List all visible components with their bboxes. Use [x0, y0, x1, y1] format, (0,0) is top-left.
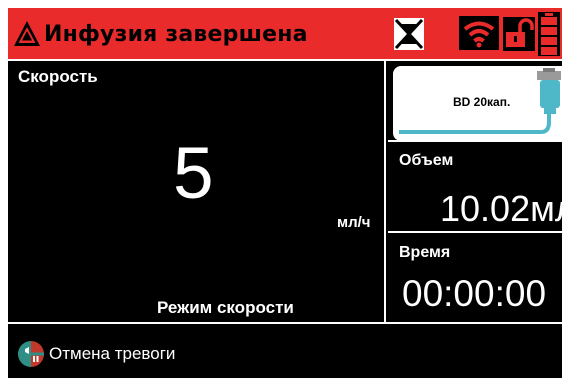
time-panel: Время 00:00:00: [388, 233, 562, 324]
syringe-icon: [399, 68, 561, 134]
wifi-icon: [459, 16, 499, 50]
footer-bar: Отмена тревоги: [8, 322, 562, 378]
mute-alarm-icon: [18, 341, 44, 367]
info-column: BD 20кап. Объем 10.02мл Время 00:00:00: [388, 61, 562, 324]
unlocked-icon: [503, 17, 535, 51]
volume-panel: Объем 10.02мл: [388, 142, 562, 233]
time-label: Время: [399, 244, 451, 261]
status-bar: Инфузия завершена: [8, 8, 562, 61]
syringe-panel[interactable]: BD 20кап.: [388, 61, 562, 142]
cancel-alarm-button[interactable]: Отмена тревоги: [17, 339, 175, 369]
speed-unit: мл/ч: [337, 214, 371, 231]
alarm-title: Инфузия завершена: [12, 15, 308, 53]
time-value: 00:00:00: [402, 273, 547, 314]
battery-icon: [538, 12, 560, 56]
volume-value: 10.02мл: [440, 188, 562, 229]
speed-value: 5: [173, 133, 214, 214]
speed-label: Скорость: [18, 67, 98, 86]
cancel-alarm-label: Отмена тревоги: [49, 344, 176, 363]
speed-panel[interactable]: Скорость 5 мл/ч Режим скорости: [8, 61, 386, 324]
syringe-card: BD 20кап.: [393, 66, 562, 141]
alarm-title-text: Инфузия завершена: [44, 21, 308, 47]
volume-label: Объем: [399, 152, 454, 169]
pump-screen: Инфузия завершена Скорость 5 мл/ч Режим …: [8, 8, 562, 378]
no-air-icon: [394, 18, 424, 50]
speed-mode-label: Режим скорости: [157, 298, 294, 317]
alarm-triangle-icon: [14, 21, 40, 46]
